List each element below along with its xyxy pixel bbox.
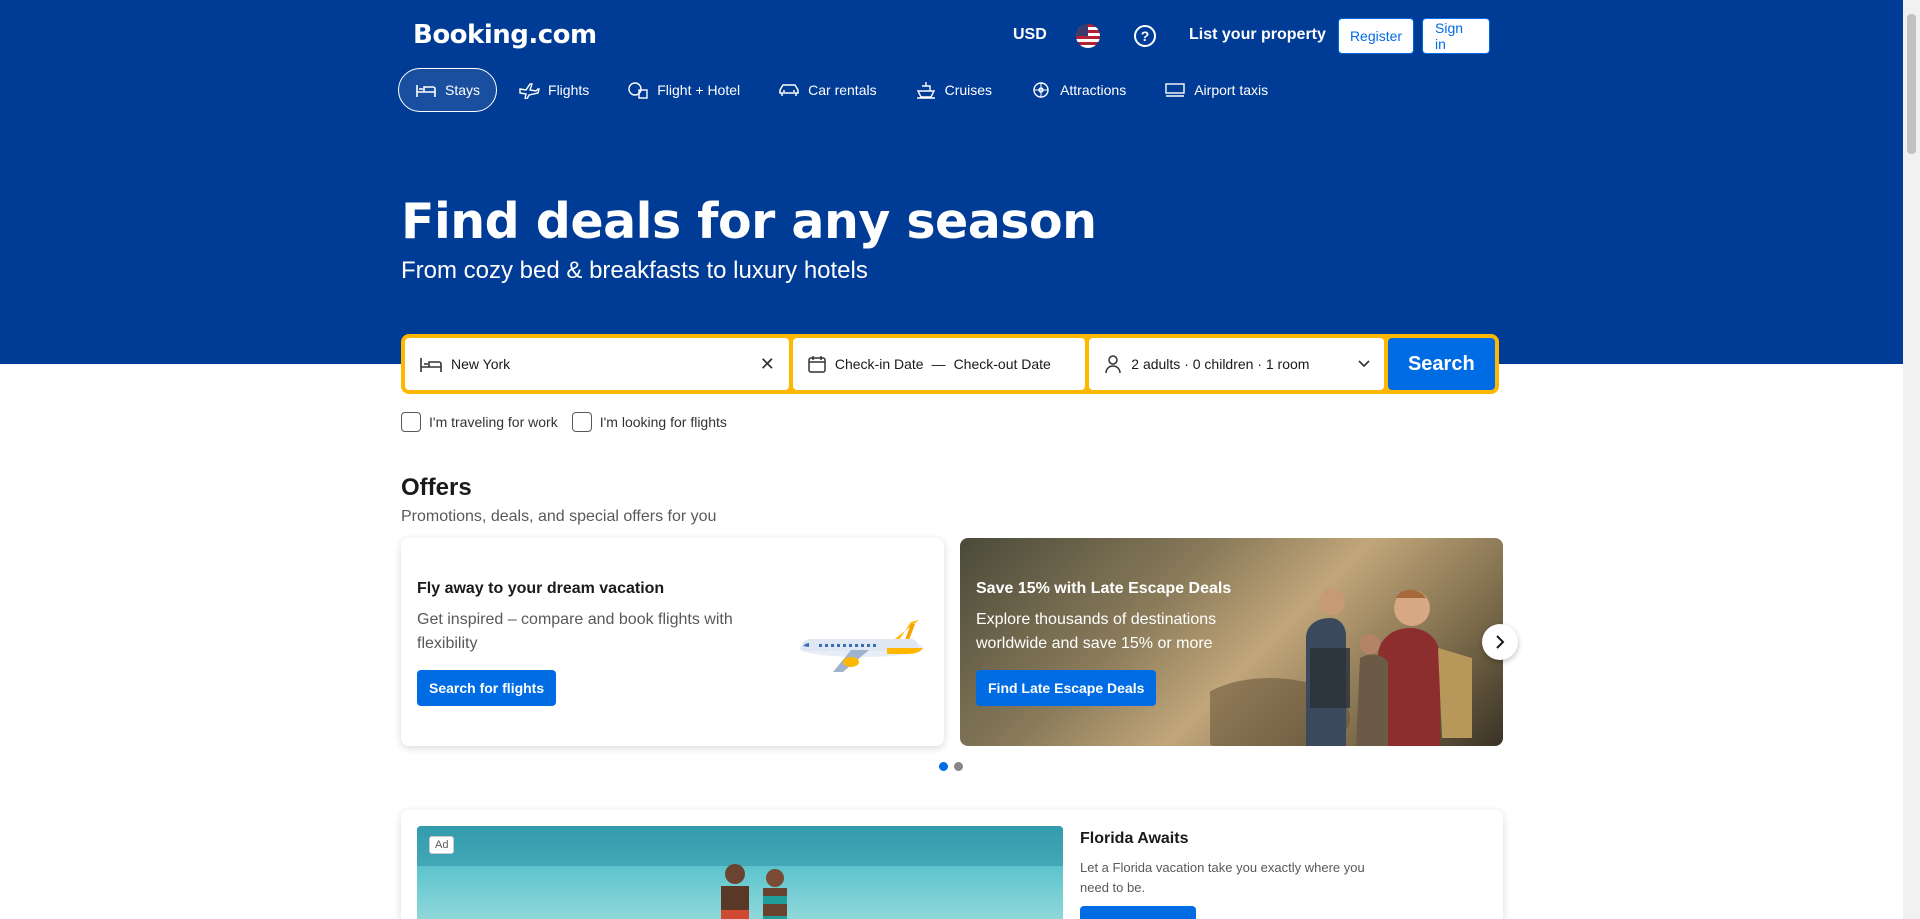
tab-label: Attractions [1060,82,1127,98]
offers-title: Offers [401,474,472,501]
late-escape-deals-button[interactable]: Find Late Escape Deals [976,670,1157,706]
tab-airport-taxis[interactable]: Airport taxis [1147,68,1285,112]
search-bar: New York ✕ Check-in Date — Check-out Dat… [401,334,1499,394]
list-property-link[interactable]: List your property [1189,26,1326,44]
person-icon [1103,354,1123,374]
bed-icon [415,81,437,99]
ship-icon [915,81,937,99]
hikers-photo [1210,589,1472,746]
page-scrollbar[interactable] [1903,0,1920,919]
hero-background [0,0,1920,364]
currency-selector[interactable]: USD [1013,26,1047,44]
ad-description: Let a Florida vacation take you exactly … [1080,860,1365,895]
checkbox-label: I'm looking for flights [599,414,727,430]
product-nav: Stays Flights Flight + Hotel Car rentals… [398,68,1289,112]
carousel-dot[interactable] [939,762,948,771]
date-separator: — [931,356,946,372]
help-icon[interactable]: ? [1134,25,1156,47]
hero-subtitle: From cozy bed & breakfasts to luxury hot… [401,257,868,284]
close-icon[interactable]: ✕ [760,354,775,375]
checkout-date: Check-out Date [953,356,1051,372]
calendar-icon [807,354,827,374]
tab-flight-hotel[interactable]: Flight + Hotel [610,68,757,112]
carousel-dot[interactable] [954,762,963,771]
search-options: I'm traveling for work I'm looking for f… [401,412,741,432]
offer-card-late-escape: Save 15% with Late Escape Deals Explore … [960,538,1503,746]
offer-title: Save 15% with Late Escape Deals [976,580,1232,597]
carousel-pagination [939,762,963,771]
tab-car-rentals[interactable]: Car rentals [761,68,893,112]
carousel-next-button[interactable] [1482,624,1518,660]
plane-icon [518,81,540,99]
search-button[interactable]: Search [1387,338,1496,390]
flight-hotel-icon [627,81,649,99]
checkbox-box[interactable] [401,412,421,432]
offers-subtitle: Promotions, deals, and special offers fo… [401,508,717,525]
attractions-icon [1030,81,1052,99]
ad-cta-button[interactable] [1080,906,1196,919]
checkbox-label: I'm traveling for work [429,414,558,430]
checkbox-box[interactable] [571,412,592,432]
destination-field[interactable]: New York ✕ [405,338,789,390]
ad-title: Florida Awaits [1080,830,1189,847]
tab-label: Flight + Hotel [657,82,741,98]
tab-label: Stays [445,82,481,98]
chevron-right-icon [1496,635,1505,649]
tab-label: Flights [548,82,590,98]
flights-checkbox[interactable]: I'm looking for flights [571,412,727,432]
destination-value: New York [451,356,511,372]
car-icon [778,81,800,99]
tab-attractions[interactable]: Attractions [1013,68,1143,112]
sign-in-button[interactable]: Sign in [1422,18,1490,54]
tab-flights[interactable]: Flights [501,68,606,112]
ad-beach-image: Ad [417,826,1063,919]
guests-field[interactable]: 2 adults · 0 children · 1 room [1089,338,1384,390]
offer-card-flights: Fly away to your dream vacation Get insp… [401,538,944,746]
tab-cruises[interactable]: Cruises [898,68,1009,112]
ad-card[interactable]: Ad Florida Awaits Let a Florida vacation… [401,810,1503,919]
date-picker-field[interactable]: Check-in Date — Check-out Date [792,338,1086,390]
search-flights-button[interactable]: Search for flights [417,670,557,706]
offer-description: Explore thousands of destinations worldw… [976,611,1217,652]
tab-stays[interactable]: Stays [398,68,498,112]
offer-title: Fly away to your dream vacation [417,580,665,597]
airplane-illustration [799,620,923,672]
guests-value: 2 adults · 0 children · 1 room [1131,356,1310,372]
scrollbar-thumb[interactable] [1907,14,1916,154]
chevron-down-icon [1358,357,1370,371]
booking-logo[interactable]: Booking.com [413,20,597,50]
bed-icon [419,354,443,374]
register-button[interactable]: Register [1338,18,1414,54]
tab-label: Cruises [944,82,993,98]
tab-label: Car rentals [808,82,877,98]
ad-badge: Ad [429,836,455,854]
hero-title: Find deals for any season [401,193,1097,250]
offer-description: Get inspired – compare and book flights … [417,611,733,652]
tab-label: Airport taxis [1194,82,1269,98]
us-flag-icon[interactable] [1076,24,1100,48]
work-travel-checkbox[interactable]: I'm traveling for work [401,412,558,432]
checkin-date: Check-in Date [834,356,924,372]
taxi-icon [1164,81,1186,99]
